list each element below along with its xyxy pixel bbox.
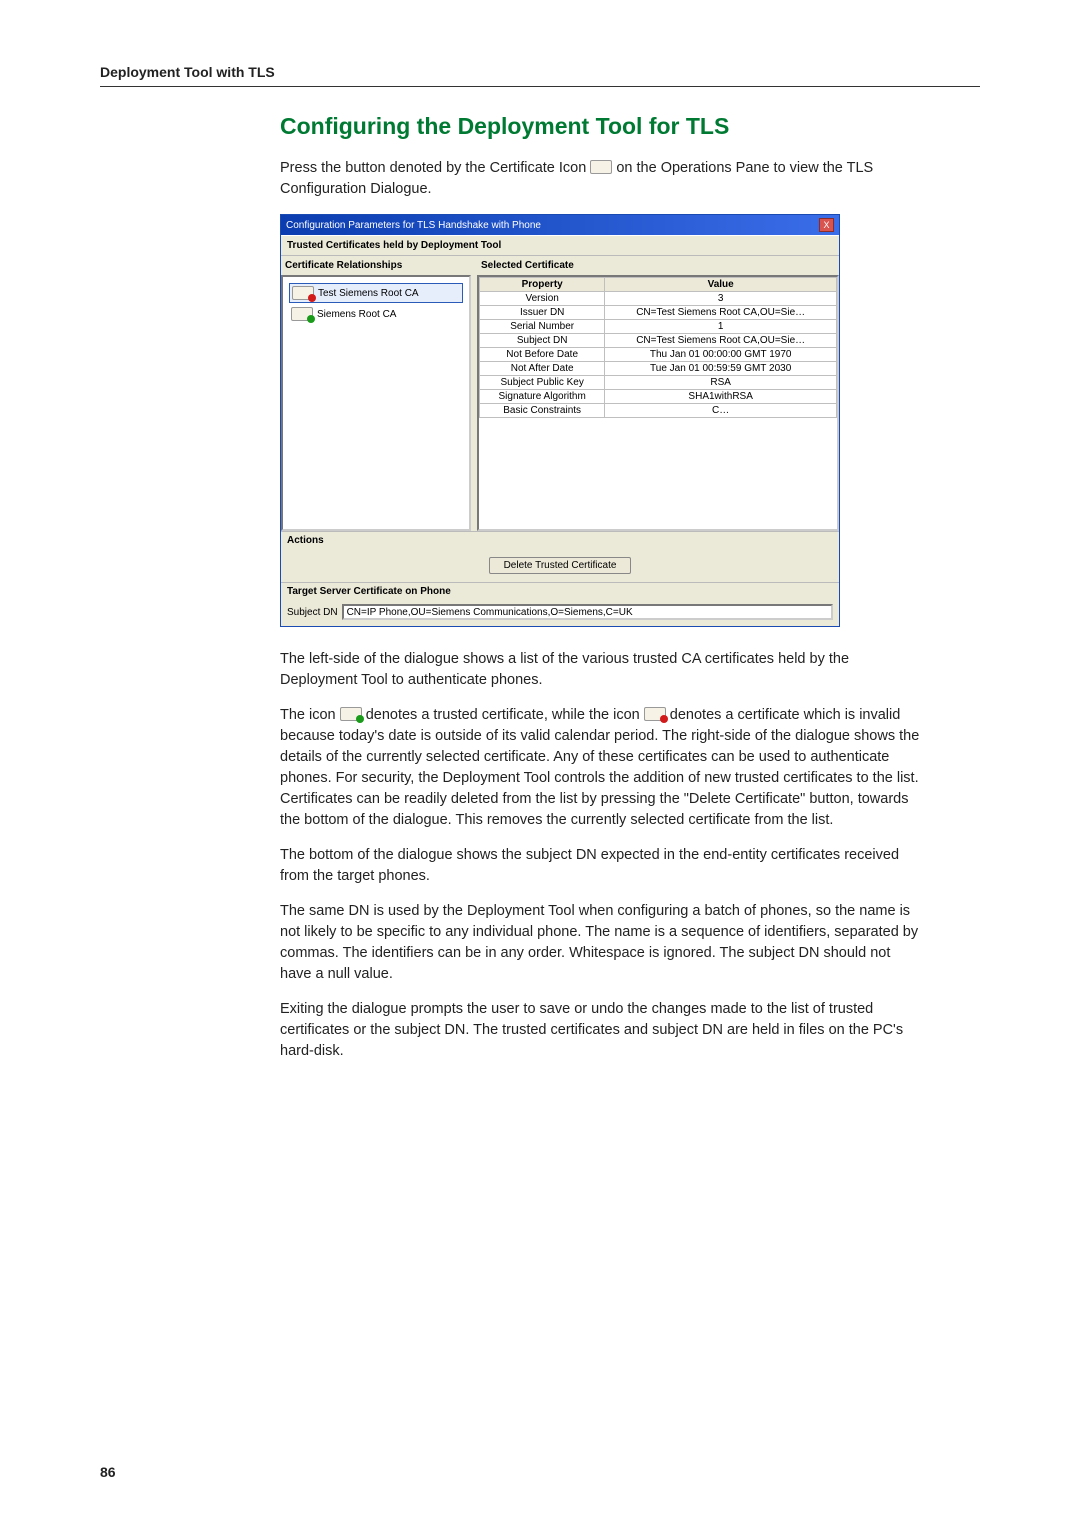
table-row: Basic ConstraintsC…: [480, 404, 837, 418]
col-property: Property: [480, 278, 605, 292]
value-cell: 3: [605, 292, 837, 306]
invalid-certificate-icon: [644, 707, 666, 721]
certificate-item[interactable]: Test Siemens Root CA: [289, 283, 463, 303]
subject-dn-input[interactable]: [342, 604, 833, 620]
property-cell: Version: [480, 292, 605, 306]
target-cert-header: Target Server Certificate on Phone: [281, 582, 839, 600]
page-heading: Configuring the Deployment Tool for TLS: [280, 113, 920, 140]
certificate-item-label: Test Siemens Root CA: [318, 288, 419, 299]
table-row: Not After DateTue Jan 01 00:59:59 GMT 20…: [480, 362, 837, 376]
property-table: Property Value Version3Issuer DNCN=Test …: [479, 277, 837, 418]
delete-certificate-button[interactable]: Delete Trusted Certificate: [489, 557, 632, 574]
value-cell: 1: [605, 320, 837, 334]
dialog-title: Configuration Parameters for TLS Handsha…: [286, 220, 541, 231]
page-number: 86: [100, 1464, 116, 1480]
valid-certificate-icon: [340, 707, 362, 721]
property-cell: Issuer DN: [480, 306, 605, 320]
property-cell: Subject DN: [480, 334, 605, 348]
table-row: Signature AlgorithmSHA1withRSA: [480, 390, 837, 404]
body-paragraph: The bottom of the dialogue shows the sub…: [280, 845, 920, 887]
body-paragraph: The same DN is used by the Deployment To…: [280, 901, 920, 985]
property-cell: Subject Public Key: [480, 376, 605, 390]
table-row: Issuer DNCN=Test Siemens Root CA,OU=Sie…: [480, 306, 837, 320]
col-value: Value: [605, 278, 837, 292]
table-row: Version3: [480, 292, 837, 306]
property-cell: Not After Date: [480, 362, 605, 376]
tls-config-dialog: Configuration Parameters for TLS Handsha…: [280, 214, 840, 627]
text-span: The icon: [280, 707, 340, 723]
certificate-item[interactable]: Siemens Root CA: [289, 305, 463, 323]
property-cell: Signature Algorithm: [480, 390, 605, 404]
table-row: Subject DNCN=Test Siemens Root CA,OU=Sie…: [480, 334, 837, 348]
table-row: Not Before DateThu Jan 01 00:00:00 GMT 1…: [480, 348, 837, 362]
certificate-item-label: Siemens Root CA: [317, 309, 396, 320]
value-cell: SHA1withRSA: [605, 390, 837, 404]
property-cell: Serial Number: [480, 320, 605, 334]
value-cell: Thu Jan 01 00:00:00 GMT 1970: [605, 348, 837, 362]
running-head: Deployment Tool with TLS: [100, 64, 980, 80]
trusted-section-header: Trusted Certificates held by Deployment …: [281, 235, 839, 256]
dialog-titlebar: Configuration Parameters for TLS Handsha…: [281, 215, 839, 235]
value-cell: RSA: [605, 376, 837, 390]
selected-cert-header: Selected Certificate: [477, 256, 578, 275]
intro-paragraph: Press the button denoted by the Certific…: [280, 158, 920, 200]
certificate-list[interactable]: Test Siemens Root CA Siemens Root CA: [281, 275, 471, 531]
text-span: denotes a trusted certificate, while the…: [366, 707, 644, 723]
cert-relationships-header: Certificate Relationships: [281, 256, 477, 275]
property-cell: Basic Constraints: [480, 404, 605, 418]
head-rule: [100, 86, 980, 87]
body-paragraph: Exiting the dialogue prompts the user to…: [280, 999, 920, 1062]
value-cell: C…: [605, 404, 837, 418]
table-row: Subject Public KeyRSA: [480, 376, 837, 390]
body-paragraph: The left-side of the dialogue shows a li…: [280, 649, 920, 691]
certificate-icon: [590, 160, 612, 174]
close-button[interactable]: X: [819, 218, 834, 232]
property-cell: Not Before Date: [480, 348, 605, 362]
text-span: denotes a certificate which is invalid b…: [280, 707, 919, 828]
invalid-certificate-icon: [292, 286, 314, 300]
body-paragraph: The icon denotes a trusted certificate, …: [280, 705, 920, 831]
value-cell: Tue Jan 01 00:59:59 GMT 2030: [605, 362, 837, 376]
intro-text-a: Press the button denoted by the Certific…: [280, 160, 590, 176]
actions-header: Actions: [281, 531, 839, 549]
value-cell: CN=Test Siemens Root CA,OU=Sie…: [605, 334, 837, 348]
table-row: Serial Number1: [480, 320, 837, 334]
valid-certificate-icon: [291, 307, 313, 321]
subject-dn-label: Subject DN: [287, 607, 338, 618]
certificate-details: Property Value Version3Issuer DNCN=Test …: [477, 275, 839, 531]
value-cell: CN=Test Siemens Root CA,OU=Sie…: [605, 306, 837, 320]
